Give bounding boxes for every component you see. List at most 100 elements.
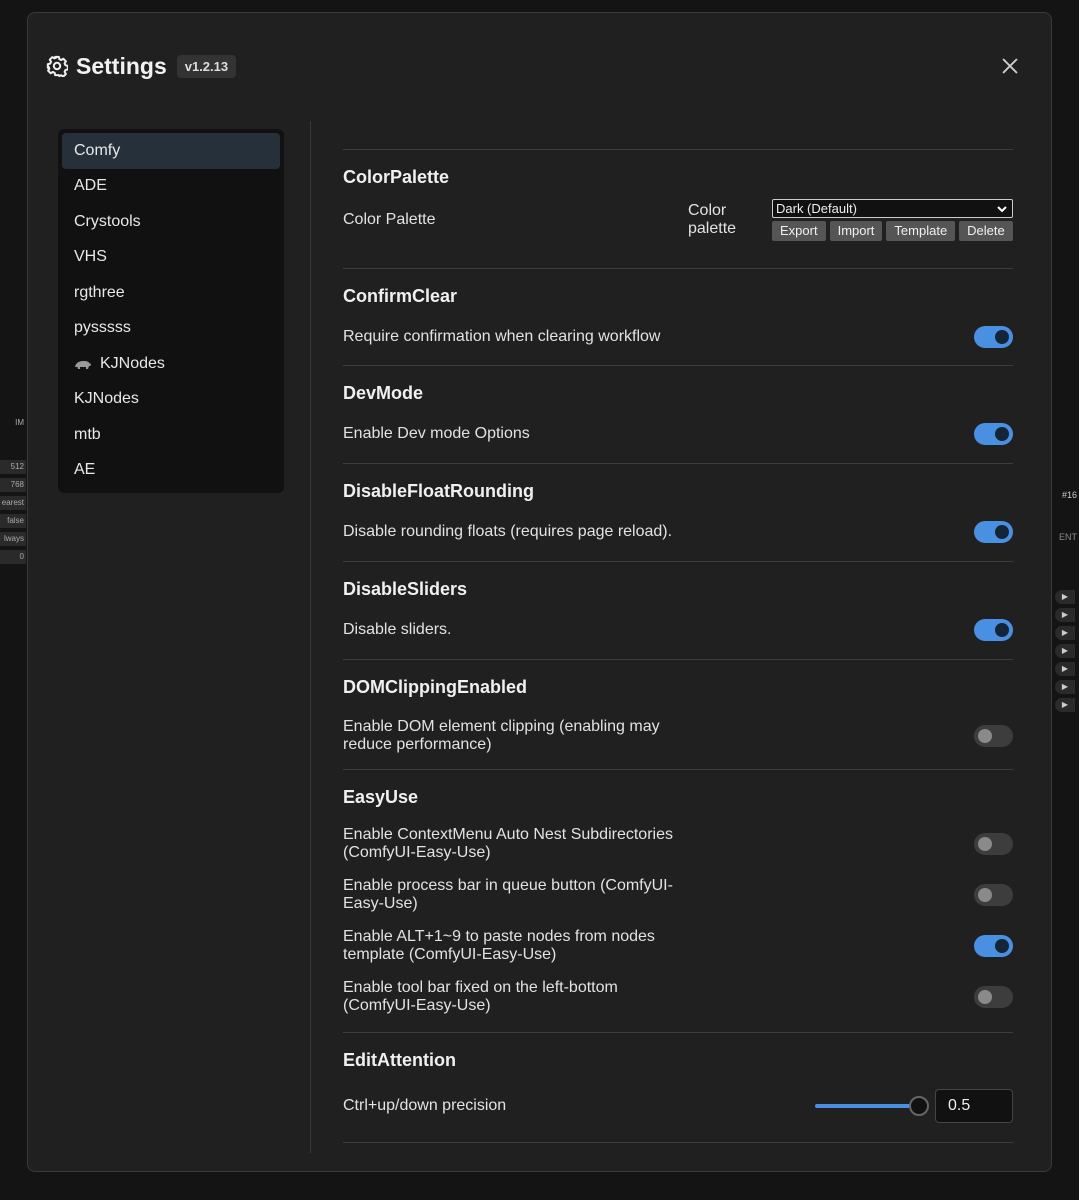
sidebar-item-label: VHS: [74, 248, 107, 266]
sidebar-item-label: AE: [74, 461, 96, 479]
import-button[interactable]: Import: [829, 221, 883, 241]
bg-cell: lways: [0, 532, 26, 546]
setting-row: Disable sliders.: [343, 610, 1013, 650]
setting-label: Disable rounding floats (requires page r…: [343, 523, 673, 540]
setting-label: Enable ALT+1~9 to paste nodes from nodes…: [343, 927, 655, 963]
section-edit-attention: EditAttention Ctrl+up/down precision 0.5: [343, 1032, 1013, 1143]
section-color-palette: ColorPalette Color Palette Color palette…: [343, 149, 1013, 268]
context-menu-nest-toggle[interactable]: [974, 832, 1013, 855]
setting-label: Disable sliders.: [343, 621, 452, 638]
toolbar-fixed-toggle[interactable]: [974, 985, 1013, 1008]
delete-button[interactable]: Delete: [959, 221, 1013, 241]
section-title: ColorPalette: [343, 167, 450, 187]
slider-thumb[interactable]: [909, 1096, 929, 1116]
section-easy-use: EasyUse Enable ContextMenu Auto Nest Sub…: [343, 769, 1013, 1032]
section-title: EditAttention: [343, 1050, 456, 1070]
setting-row: Require confirmation when clearing workf…: [343, 317, 1013, 357]
setting-row: Enable ContextMenu Auto Nest Subdirector…: [343, 818, 1013, 869]
bg-arrow-icon: ▶: [1055, 590, 1075, 604]
panel-divider: [310, 121, 311, 1153]
color-palette-control: Color palette Dark (Default) Export Impo…: [688, 199, 1013, 241]
setting-row: Enable DOM element clipping (enabling ma…: [343, 708, 1013, 764]
sidebar-item-label: Comfy: [74, 141, 121, 159]
setting-label: Ctrl+up/down precision: [343, 1097, 507, 1114]
rhino-icon: [75, 360, 91, 369]
bg-cell: 512: [0, 460, 26, 474]
disable-float-rounding-toggle[interactable]: [974, 521, 1013, 543]
bg-cell: earest: [0, 496, 26, 510]
setting-label: Color Palette: [343, 211, 436, 228]
bg-arrow-icon: ▶: [1055, 698, 1075, 712]
gear-icon: [46, 55, 68, 77]
section-disable-float-rounding: DisableFloatRounding Disable rounding fl…: [343, 463, 1013, 561]
sidebar-item-vhs[interactable]: VHS: [62, 240, 280, 276]
sidebar-item-ae[interactable]: AE: [62, 453, 280, 489]
sidebar-item-label: rgthree: [74, 283, 125, 301]
bg-arrow-icon: ▶: [1055, 644, 1075, 658]
precision-control: 0.5: [815, 1089, 1013, 1123]
sidebar-item-label: KJNodes: [74, 390, 139, 408]
setting-label: Enable ContextMenu Auto Nest Subdirector…: [343, 825, 673, 861]
section-confirm-clear: ConfirmClear Require confirmation when c…: [343, 268, 1013, 365]
setting-row: Ctrl+up/down precision 0.5: [343, 1081, 1013, 1131]
disable-sliders-toggle[interactable]: [974, 619, 1013, 641]
section-disable-sliders: DisableSliders Disable sliders.: [343, 561, 1013, 659]
precision-slider[interactable]: [815, 1096, 929, 1116]
version-badge: v1.2.13: [176, 54, 237, 78]
bg-node-label: ENT: [1059, 532, 1077, 542]
settings-dialog: Settings v1.2.13 Comfy ADE Crystools VHS…: [27, 12, 1052, 1172]
sidebar-item-pysssss[interactable]: pysssss: [62, 311, 280, 347]
confirm-clear-toggle[interactable]: [974, 326, 1013, 348]
sidebar-item-rgthree[interactable]: rgthree: [62, 275, 280, 311]
dialog-header: Settings v1.2.13: [46, 51, 237, 81]
setting-row: Enable tool bar fixed on the left-bottom…: [343, 971, 1013, 1022]
sidebar-item-mtb[interactable]: mtb: [62, 417, 280, 453]
color-palette-select[interactable]: Dark (Default): [772, 199, 1013, 218]
setting-label: Enable process bar in queue button (Comf…: [343, 876, 673, 912]
bg-arrow-icon: ▶: [1055, 662, 1075, 676]
process-bar-toggle[interactable]: [974, 883, 1013, 906]
sidebar-item-comfy[interactable]: Comfy: [62, 133, 280, 169]
setting-label: Require confirmation when clearing workf…: [343, 328, 661, 345]
dom-clipping-toggle[interactable]: [974, 725, 1013, 747]
template-button[interactable]: Template: [886, 221, 956, 241]
sidebar-item-label: KJNodes: [100, 354, 165, 372]
sidebar-item-label: pysssss: [74, 319, 131, 337]
setting-label: Enable Dev mode Options: [343, 425, 530, 442]
export-button[interactable]: Export: [772, 221, 826, 241]
bg-arrow-icon: ▶: [1055, 680, 1075, 694]
dev-mode-toggle[interactable]: [974, 423, 1013, 445]
section-title: ConfirmClear: [343, 286, 458, 306]
bg-cell: 0: [0, 550, 26, 564]
setting-row: Enable Dev mode Options: [343, 414, 1013, 454]
dialog-title: Settings: [76, 52, 167, 79]
close-icon[interactable]: [999, 55, 1021, 77]
setting-row: Color Palette Color palette Dark (Defaul…: [343, 198, 1013, 242]
settings-content: ColorPalette Color Palette Color palette…: [343, 149, 1013, 1143]
precision-input[interactable]: 0.5: [935, 1089, 1013, 1123]
setting-label: Enable tool bar fixed on the left-bottom…: [343, 978, 618, 1014]
setting-label: Enable DOM element clipping (enabling ma…: [343, 718, 660, 753]
sidebar-item-label: Crystools: [74, 212, 141, 230]
select-value: Dark (Default): [776, 201, 857, 216]
section-title: DisableFloatRounding: [343, 481, 534, 501]
setting-row: Disable rounding floats (requires page r…: [343, 512, 1013, 552]
section-title: DevMode: [343, 383, 424, 403]
sidebar-item-crystools[interactable]: Crystools: [62, 204, 280, 240]
sidebar-item-ade[interactable]: ADE: [62, 169, 280, 205]
section-dom-clipping: DOMClippingEnabled Enable DOM element cl…: [343, 659, 1013, 769]
color-palette-label: Color palette: [688, 202, 737, 237]
bg-node-id: #16: [1061, 490, 1077, 500]
settings-sidebar: Comfy ADE Crystools VHS rgthree pysssss …: [58, 129, 284, 493]
section-title: EasyUse: [343, 787, 419, 807]
sidebar-item-label: ADE: [74, 177, 107, 195]
sidebar-item-kjnodes[interactable]: KJNodes: [62, 382, 280, 418]
bg-arrow-icon: ▶: [1055, 608, 1075, 622]
sidebar-item-kjnodes-icon[interactable]: KJNodes: [62, 346, 280, 382]
setting-row: Enable ALT+1~9 to paste nodes from nodes…: [343, 920, 1013, 971]
chevron-down-icon: [997, 205, 1007, 212]
bg-cell: 768: [0, 478, 26, 492]
bg-cell: IM: [15, 418, 24, 427]
alt-paste-toggle[interactable]: [974, 934, 1013, 957]
section-title: DisableSliders: [343, 579, 468, 599]
